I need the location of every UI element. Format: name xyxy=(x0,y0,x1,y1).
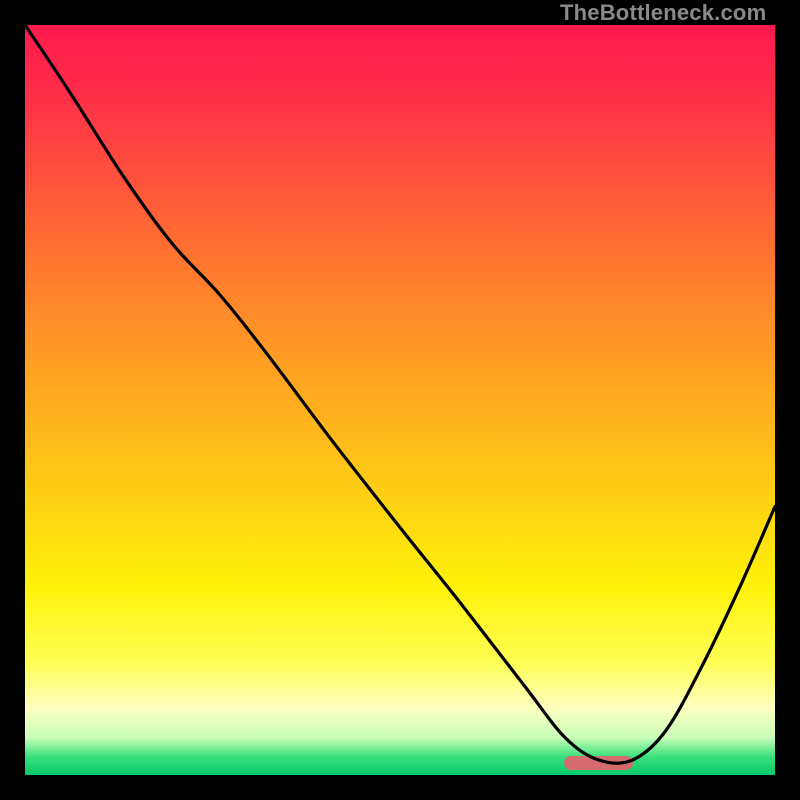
plot-area xyxy=(25,25,775,775)
bottleneck-curve xyxy=(25,25,775,775)
chart-frame: TheBottleneck.com xyxy=(0,0,800,800)
attribution-label: TheBottleneck.com xyxy=(560,0,766,26)
